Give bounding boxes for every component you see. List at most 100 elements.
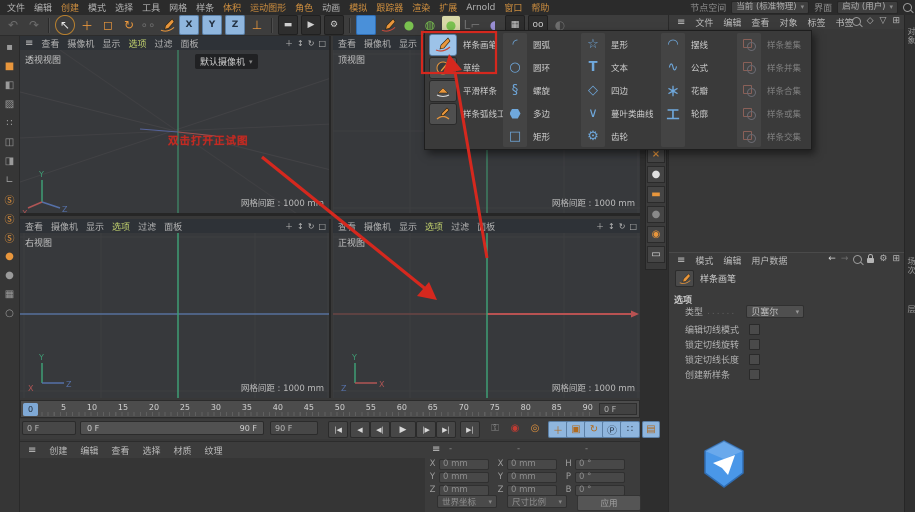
active-tool-pen-icon[interactable] — [158, 16, 176, 34]
render-settings-button[interactable]: ⚙ — [324, 15, 344, 35]
axis-mode-icon[interactable]: ∟ — [2, 173, 17, 187]
menu-item-spline-smooth[interactable]: 平滑样条 — [425, 79, 499, 102]
snap-toggle-icon[interactable]: Ⓢ — [2, 192, 17, 207]
menu-character[interactable]: 角色 — [295, 1, 313, 14]
om-menu-edit[interactable]: 编辑 — [723, 16, 741, 29]
mat-menu-texture[interactable]: 纹理 — [204, 444, 222, 457]
layout-select[interactable]: 启动 (用户) ▾ — [837, 1, 898, 14]
spline-pen-button[interactable] — [379, 16, 397, 34]
time-icon[interactable]: ● — [647, 166, 665, 183]
material-list-empty[interactable] — [20, 458, 425, 512]
attr-menu-userdata[interactable]: 用户数据 — [751, 254, 787, 267]
coordinate-mode-select[interactable]: 世界坐标 ▾ — [437, 495, 497, 508]
points-mode-icon[interactable]: ∷ — [2, 116, 17, 130]
vp-menu-filter[interactable]: 过滤 — [138, 220, 156, 233]
size-mode-select[interactable]: 尺寸比例 ▾ — [507, 495, 567, 508]
key-rotation-icon[interactable]: ↻ — [584, 421, 604, 438]
panel-icon[interactable]: ⊞ — [892, 254, 900, 264]
menu-item-sketch[interactable]: 草绘 — [425, 56, 499, 79]
polygons-mode-icon[interactable]: ◨ — [2, 154, 17, 168]
gear-icon[interactable]: ⚙ — [879, 254, 887, 264]
y-axis-lock-button[interactable]: Y — [202, 15, 222, 35]
mat-menu-material[interactable]: 材质 — [173, 444, 191, 457]
key-pla-icon[interactable]: ∷ — [620, 421, 640, 438]
key-parameter-icon[interactable]: Ⓟ — [602, 421, 622, 438]
apply-button[interactable]: 应用 — [577, 495, 641, 511]
redo-icon[interactable]: ↷ — [25, 16, 43, 34]
timeline-ruler[interactable]: 0 5 10 15 20 25 30 35 40 45 50 55 60 65 70 75 80 85 90 0 … — [20, 400, 640, 418]
current-frame-field[interactable]: 0 F — [22, 421, 76, 435]
snap-workplane-icon[interactable]: Ⓢ — [2, 230, 17, 245]
next-frame-button[interactable]: |▶ — [416, 421, 436, 438]
vp-menu-view[interactable]: 查看 — [338, 220, 356, 233]
menu-extensions[interactable]: 扩展 — [439, 1, 457, 14]
panel-menu-icon[interactable]: ≡ — [25, 38, 33, 49]
vp-menu-view[interactable]: 查看 — [25, 220, 43, 233]
snap-modeling-icon[interactable]: Ⓢ — [2, 211, 17, 226]
menu-mesh[interactable]: 网格 — [169, 1, 187, 14]
rotation-p-field[interactable]: 0 ° — [575, 471, 625, 483]
scale-icon[interactable]: ◻ — [99, 16, 117, 34]
camera-badge[interactable]: 默认摄像机 ▾ — [195, 54, 258, 69]
bar-icon[interactable]: ▬ — [647, 186, 665, 203]
texture-mode-icon[interactable]: ▨ — [2, 97, 17, 111]
playhead[interactable]: 0 — [23, 403, 38, 416]
timeline-window-icon[interactable]: ▤ — [642, 421, 660, 438]
x-axis-lock-button[interactable]: X — [179, 15, 199, 35]
position-x-field[interactable]: 0 mm — [439, 458, 489, 470]
menu-render[interactable]: 渲染 — [412, 1, 430, 14]
vp-menu-display[interactable]: 显示 — [86, 220, 104, 233]
pan-view-icon[interactable]: ＋ — [596, 221, 604, 232]
menu-file[interactable]: 文件 — [7, 1, 25, 14]
edges-mode-icon[interactable]: ◫ — [2, 135, 17, 149]
add-cube-button[interactable] — [356, 15, 376, 35]
menu-select[interactable]: 选择 — [115, 1, 133, 14]
play-button[interactable]: ▶ — [390, 421, 416, 438]
rotate-icon[interactable]: ↻ — [120, 16, 138, 34]
rotate-view-icon[interactable]: ↻ — [308, 39, 315, 48]
checkbox-create-new-spline[interactable] — [749, 369, 760, 380]
move-icon[interactable]: ＋ — [78, 16, 96, 34]
menu-item-spline-pen[interactable]: 样条画笔 — [425, 33, 499, 56]
mat-menu-select[interactable]: 选择 — [142, 444, 160, 457]
ruler-frame-field[interactable]: 0 F — [599, 403, 637, 415]
circle-tool-icon[interactable]: ○ — [2, 306, 17, 320]
back-icon[interactable]: ← — [828, 254, 836, 264]
menu-tools[interactable]: 工具 — [142, 1, 160, 14]
vp-menu-options[interactable]: 选项 — [112, 220, 130, 233]
pan-view-icon[interactable]: ＋ — [285, 221, 293, 232]
pen-mode-icon[interactable]: ▪ — [2, 40, 17, 54]
menu-create[interactable]: 创建 — [61, 1, 79, 14]
menu-help[interactable]: 帮助 — [531, 1, 549, 14]
checkbox-lock-tangent-rotation[interactable] — [749, 339, 760, 350]
panel-icon[interactable]: ⊞ — [892, 16, 900, 26]
vp-menu-filter[interactable]: 过滤 — [154, 37, 172, 50]
live-selection-icon[interactable]: ↖ — [55, 15, 75, 35]
vp-menu-camera[interactable]: 摄像机 — [364, 37, 391, 50]
autokey-icon[interactable]: ◎ — [526, 421, 544, 436]
maximize-view-icon[interactable]: □ — [318, 222, 326, 231]
record-active-objects-icon[interactable]: ◉ — [506, 421, 524, 436]
subdivision-surface-button[interactable]: ● — [400, 16, 418, 34]
panel-menu-icon[interactable]: ≡ — [28, 445, 36, 456]
menu-window[interactable]: 窗口 — [504, 1, 522, 14]
rotate-view-icon[interactable]: ↻ — [308, 222, 315, 231]
search-icon[interactable] — [851, 16, 861, 26]
end-frame-field[interactable]: 90 F — [270, 421, 318, 435]
rotation-b-field[interactable]: 0 ° — [575, 484, 625, 496]
key-position-icon[interactable]: ＋ — [548, 421, 568, 438]
menu-tracker[interactable]: 跟踪器 — [376, 1, 403, 14]
menu-animate[interactable]: 动画 — [322, 1, 340, 14]
menu-edit[interactable]: 编辑 — [34, 1, 52, 14]
viewport-right[interactable]: 查看 摄像机 显示 选项 过滤 面板 ＋ ↕ ↻ □ 右视图 Y X Z 网格间距 : — [20, 219, 331, 398]
menu-item-profile[interactable]: 工轮廓 — [657, 102, 733, 125]
tab-objects[interactable]: 对象 — [906, 27, 915, 45]
size-z-field[interactable]: 0 mm — [507, 484, 557, 496]
rotate-view-icon[interactable]: ↻ — [619, 222, 626, 231]
attr-menu-edit[interactable]: 编辑 — [723, 254, 741, 267]
viewport-perspective[interactable]: ≡ 查看 摄像机 显示 选项 过滤 面板 ＋ ↕ ↻ □ 透视视图 默认摄像机 ▾ Y — [20, 36, 331, 216]
rotation-h-field[interactable]: 0 ° — [575, 458, 625, 470]
previous-key-button[interactable]: ◀ — [350, 421, 370, 438]
mat-menu-edit[interactable]: 编辑 — [80, 444, 98, 457]
vp-menu-filter[interactable]: 过滤 — [451, 220, 469, 233]
